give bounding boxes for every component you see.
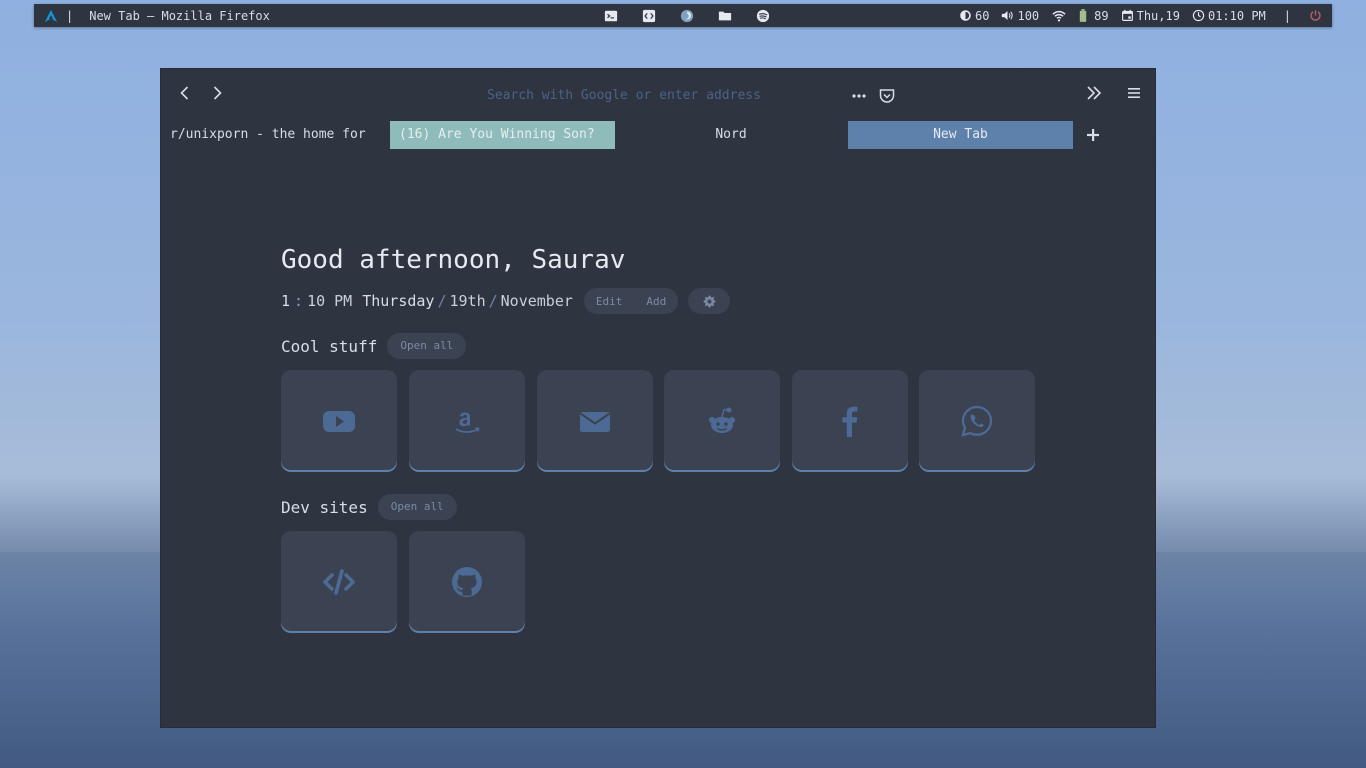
mail-icon xyxy=(579,412,611,432)
code-editor-icon[interactable] xyxy=(642,9,656,23)
clock-value: 01:10 PM xyxy=(1207,8,1266,23)
gear-icon xyxy=(703,295,716,307)
wifi-indicator[interactable] xyxy=(1051,9,1067,23)
link-card-mail[interactable] xyxy=(537,370,653,472)
edit-button[interactable]: Edit xyxy=(584,295,635,308)
folder-icon[interactable] xyxy=(718,9,732,23)
open-all-button[interactable]: Open all xyxy=(387,333,467,359)
tab-youtube[interactable]: (16) Are You Winning Son? xyxy=(390,121,615,149)
forward-button[interactable] xyxy=(207,83,227,103)
chevron-left-icon xyxy=(180,86,189,100)
page-actions-button[interactable] xyxy=(849,86,869,106)
section-cool-stuff: Cool stuff Open all xyxy=(281,333,467,359)
time-colon: : xyxy=(294,292,304,310)
time-hour: 1 xyxy=(281,292,291,310)
power-button[interactable] xyxy=(1309,9,1322,22)
battery-icon xyxy=(1079,9,1087,22)
terminal-icon[interactable] xyxy=(604,9,618,23)
browser-window: Search with Google or enter address r/un… xyxy=(160,68,1156,728)
brightness-value: 60 xyxy=(975,8,990,23)
back-button[interactable] xyxy=(175,83,195,103)
settings-button[interactable] xyxy=(688,288,731,314)
link-card-code[interactable] xyxy=(281,531,397,633)
brightness-indicator[interactable]: 60 xyxy=(959,9,989,23)
time-minutes: 10 PM xyxy=(307,292,353,310)
double-chevron-right-icon xyxy=(1087,86,1102,100)
pocket-icon xyxy=(879,89,895,103)
month: November xyxy=(500,292,573,310)
code-icon xyxy=(323,569,355,595)
amazon-icon xyxy=(455,412,480,433)
arch-logo-icon[interactable] xyxy=(44,9,58,23)
navigation-bar: Search with Google or enter address xyxy=(161,69,1155,119)
date-value: Thu,19 xyxy=(1136,8,1180,23)
tab-nord[interactable]: Nord xyxy=(615,121,847,149)
address-bar[interactable]: Search with Google or enter address xyxy=(487,88,787,103)
date-separator: / xyxy=(488,292,498,310)
section-dev-sites: Dev sites Open all xyxy=(281,494,457,520)
open-all-button[interactable]: Open all xyxy=(377,494,457,520)
link-card-amazon[interactable] xyxy=(409,370,525,472)
link-card-youtube[interactable] xyxy=(281,370,397,472)
tab-new-tab-active[interactable]: New Tab xyxy=(848,121,1073,149)
new-tab-button[interactable] xyxy=(1085,127,1101,143)
tab-bar: r/unixporn - the home for (16) Are You W… xyxy=(161,121,1155,149)
firefox-icon[interactable] xyxy=(680,9,694,23)
section-title: Cool stuff xyxy=(281,336,378,356)
chevron-right-icon xyxy=(213,86,222,100)
separator: | xyxy=(66,8,74,23)
greeting-heading: Good afternoon, Saurav xyxy=(281,245,626,275)
whatsapp-icon xyxy=(961,405,993,437)
power-icon xyxy=(1310,10,1321,21)
reddit-icon xyxy=(709,407,735,433)
battery-value: 89 xyxy=(1094,8,1109,23)
clock-indicator[interactable]: 01:10 PM xyxy=(1192,9,1266,23)
separator: | xyxy=(1283,8,1291,23)
add-button[interactable]: Add xyxy=(634,295,678,308)
plus-icon xyxy=(1087,129,1099,141)
youtube-icon xyxy=(323,411,355,432)
date-separator: / xyxy=(437,292,447,310)
edit-add-pill: Edit Add xyxy=(583,288,679,314)
section-title: Dev sites xyxy=(281,497,368,517)
top-panel: | New Tab — Mozilla Firefox 60 100 89 Th… xyxy=(34,4,1332,27)
calendar-icon xyxy=(1121,9,1133,21)
hamburger-icon xyxy=(1128,88,1140,98)
window-title: New Tab — Mozilla Firefox xyxy=(89,8,270,23)
battery-indicator[interactable]: 89 xyxy=(1079,8,1109,23)
clock-icon xyxy=(1192,9,1205,22)
overflow-menu-button[interactable] xyxy=(1084,83,1104,103)
pocket-button[interactable] xyxy=(877,86,897,106)
weekday: Thursday xyxy=(362,292,435,310)
volume-icon xyxy=(1002,11,1014,20)
volume-indicator[interactable]: 100 xyxy=(1001,9,1039,23)
github-icon xyxy=(452,567,482,597)
link-card-facebook[interactable] xyxy=(792,370,908,472)
date-indicator[interactable]: Thu,19 xyxy=(1121,9,1180,23)
link-card-reddit[interactable] xyxy=(664,370,780,472)
hamburger-menu-button[interactable] xyxy=(1124,83,1144,103)
tab-unixporn[interactable]: r/unixporn - the home for xyxy=(170,121,380,149)
more-dots-icon xyxy=(852,94,866,98)
link-card-github[interactable] xyxy=(409,531,525,633)
date-time-line: 1 : 10 PM Thursday / 19th / November Edi… xyxy=(281,288,731,314)
link-card-whatsapp[interactable] xyxy=(919,370,1035,472)
volume-value: 100 xyxy=(1017,8,1040,23)
brightness-icon xyxy=(960,10,971,21)
spotify-icon[interactable] xyxy=(756,9,770,23)
wifi-icon xyxy=(1052,10,1066,22)
facebook-icon xyxy=(842,406,858,437)
day: 19th xyxy=(449,292,486,310)
